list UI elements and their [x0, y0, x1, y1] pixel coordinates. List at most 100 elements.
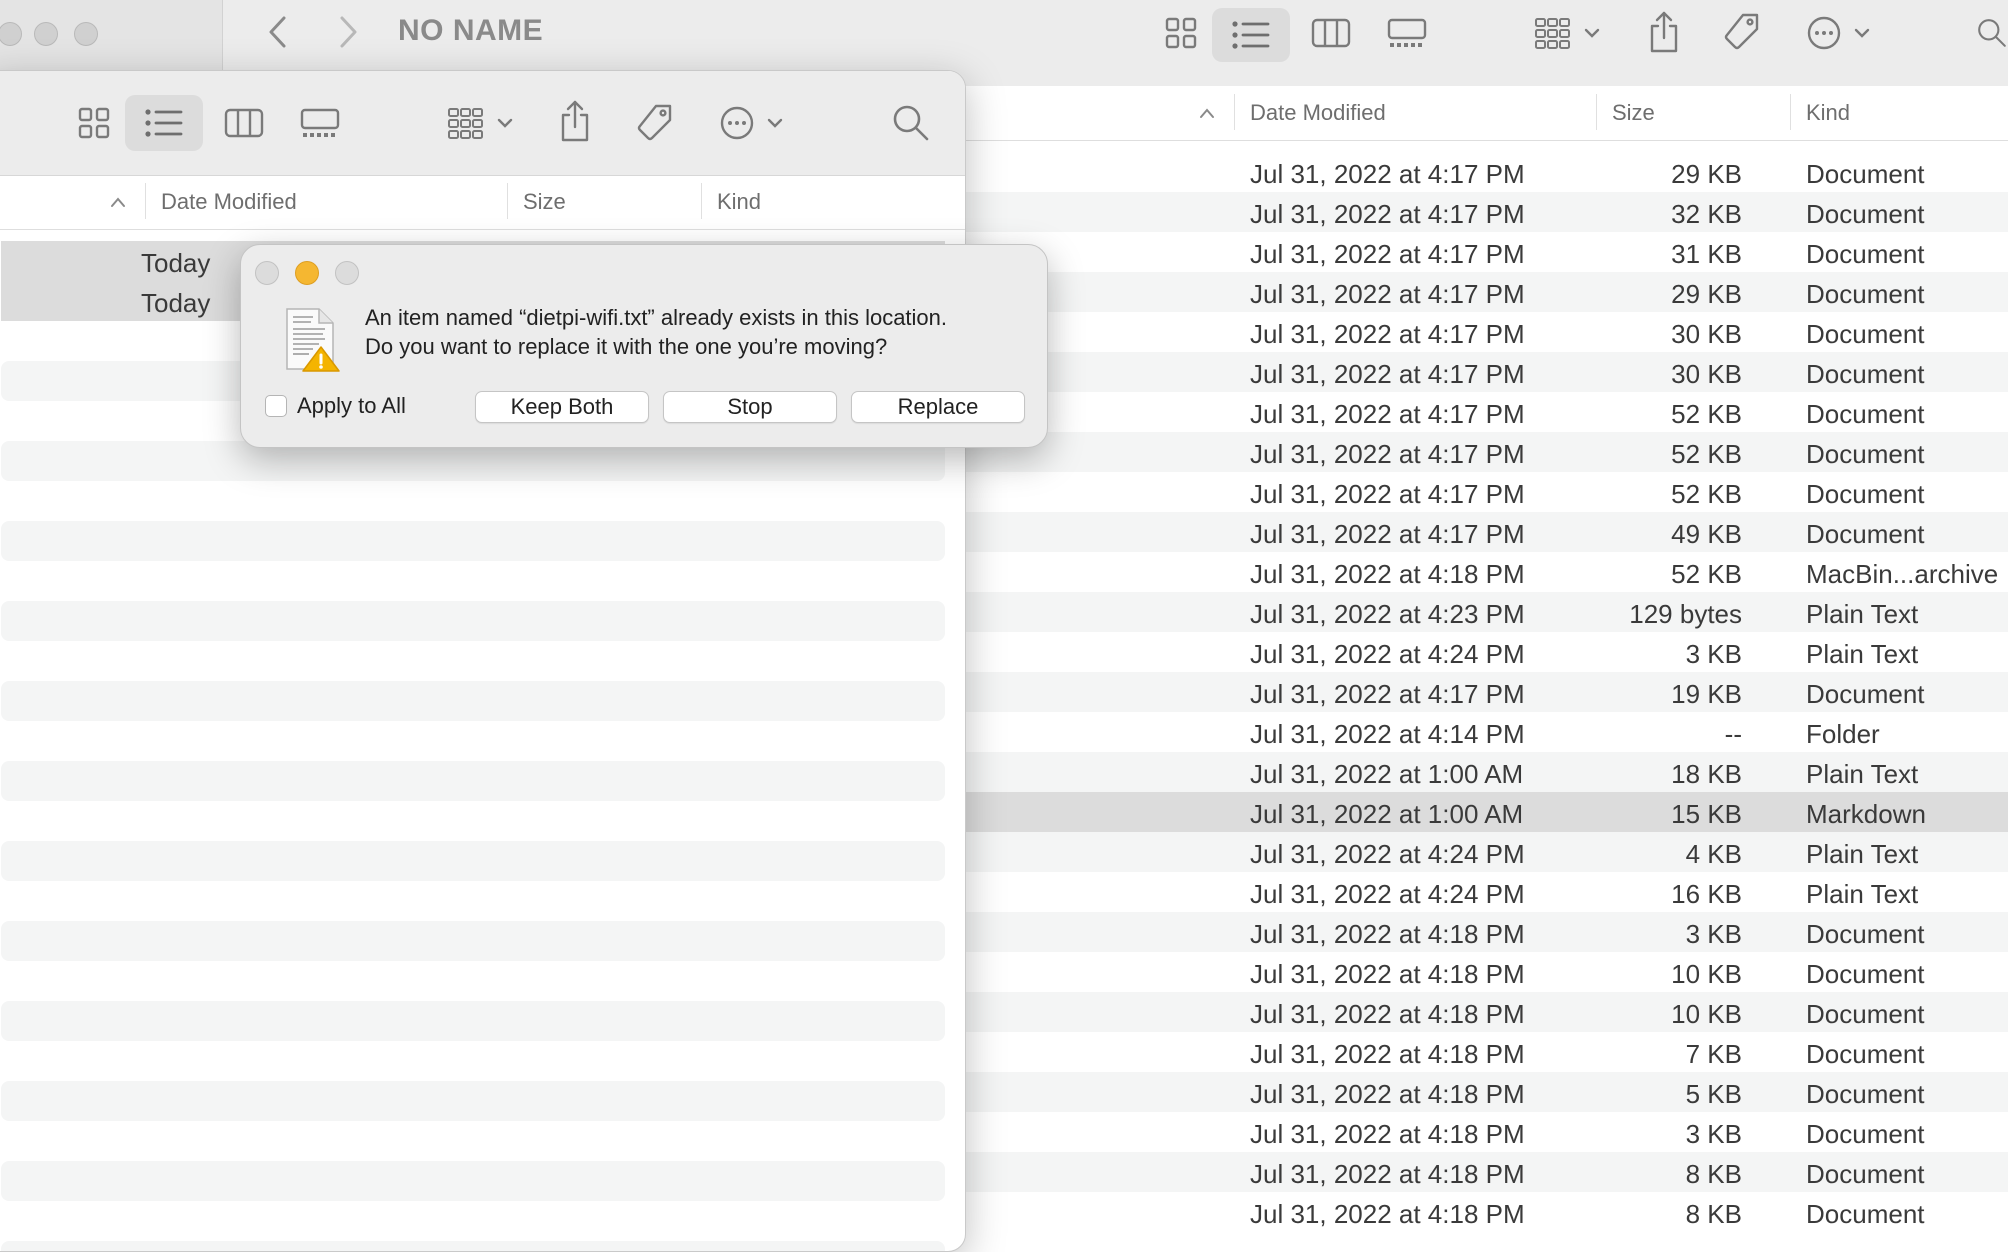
group-icon[interactable] [1530, 12, 1610, 54]
size-cell: 52 KB [1671, 439, 1742, 469]
date-modified-cell: Jul 31, 2022 at 4:18 PM [1250, 999, 1525, 1029]
file-row[interactable]: Jul 31, 2022 at 4:17 PM 19 KB Document [964, 672, 2008, 712]
sort-direction-indicator[interactable] [109, 189, 127, 209]
column-divider [701, 183, 702, 219]
file-row[interactable]: Jul 31, 2022 at 4:17 PM 31 KB Document [964, 232, 2008, 272]
date-modified-cell: Jul 31, 2022 at 4:17 PM [1250, 319, 1525, 349]
document-warning-icon [283, 307, 341, 373]
file-row[interactable]: Jul 31, 2022 at 4:23 PM 129 bytes Plain Te… [964, 592, 2008, 632]
kind-cell: Folder [1806, 719, 1880, 749]
empty-row [1, 1161, 945, 1201]
kind-cell: Plain Text [1806, 839, 1919, 869]
kind-column-header[interactable]: Kind [1806, 100, 1850, 126]
file-row[interactable]: Jul 31, 2022 at 4:17 PM 29 KB Document [964, 272, 2008, 312]
group-icon[interactable] [443, 99, 523, 147]
gallery-view-icon[interactable] [1382, 12, 1432, 54]
replace-button[interactable]: Replace [851, 391, 1025, 423]
empty-row [1, 481, 945, 521]
share-icon[interactable] [555, 95, 595, 147]
file-row[interactable]: Jul 31, 2022 at 4:18 PM 52 KB MacBin...arc… [964, 552, 2008, 592]
size-column-header[interactable]: Size [1612, 100, 1655, 126]
minimize-window-button[interactable] [34, 22, 58, 46]
more-actions-icon[interactable] [719, 99, 791, 147]
size-cell: 18 KB [1671, 759, 1742, 789]
kind-column-header[interactable]: Kind [717, 189, 761, 215]
size-cell: 3 KB [1685, 1119, 1742, 1149]
more-actions-icon[interactable] [1806, 12, 1878, 54]
kind-cell: Document [1806, 279, 1925, 309]
empty-row [1, 641, 945, 681]
zoom-window-button[interactable] [74, 22, 98, 46]
file-row[interactable]: Jul 31, 2022 at 4:17 PM 30 KB Document [964, 312, 2008, 352]
apply-to-all-checkbox[interactable] [265, 395, 287, 417]
file-row[interactable]: Jul 31, 2022 at 4:17 PM 52 KB Document [964, 472, 2008, 512]
list-view-icon[interactable] [125, 95, 203, 151]
file-row[interactable]: Jul 31, 2022 at 4:17 PM 29 KB Document [964, 152, 2008, 192]
file-row[interactable]: Jul 31, 2022 at 4:18 PM 10 KB Document [964, 992, 2008, 1032]
empty-row [1, 561, 945, 601]
column-header-bar: Date Modified Size Kind [0, 175, 965, 230]
size-cell: 15 KB [1671, 799, 1742, 829]
list-view-icon[interactable] [1212, 8, 1290, 62]
back-arrow-icon[interactable] [262, 14, 294, 50]
column-divider [1596, 94, 1597, 130]
stop-button[interactable]: Stop [663, 391, 837, 423]
empty-row [1, 1121, 945, 1161]
file-row[interactable]: Jul 31, 2022 at 4:17 PM 52 KB Document [964, 432, 2008, 472]
file-row[interactable]: Jul 31, 2022 at 4:18 PM 10 KB Document [964, 952, 2008, 992]
search-icon[interactable] [1976, 12, 2008, 54]
date-modified-cell: Jul 31, 2022 at 4:18 PM [1250, 1159, 1525, 1189]
file-row[interactable]: Jul 31, 2022 at 4:18 PM 3 KB Document [964, 1112, 2008, 1152]
column-view-icon[interactable] [1306, 12, 1356, 54]
forward-arrow-icon[interactable] [332, 14, 364, 50]
dialog-minimize-button[interactable] [295, 261, 319, 285]
date-modified-column-header[interactable]: Date Modified [161, 189, 297, 215]
date-modified-cell: Jul 31, 2022 at 4:18 PM [1250, 1199, 1525, 1229]
file-row[interactable]: Jul 31, 2022 at 4:18 PM 8 KB Document [964, 1192, 2008, 1232]
file-row[interactable]: Jul 31, 2022 at 4:18 PM 3 KB Document [964, 912, 2008, 952]
icon-view-icon[interactable] [69, 99, 119, 147]
keep-both-button[interactable]: Keep Both [475, 391, 649, 423]
sort-direction-indicator[interactable] [1198, 100, 1216, 120]
file-row[interactable]: Jul 31, 2022 at 4:14 PM -- Folder [964, 712, 2008, 752]
file-row[interactable]: Jul 31, 2022 at 1:00 AM 18 KB Plain Text [964, 752, 2008, 792]
icon-view-icon[interactable] [1156, 12, 1206, 54]
kind-cell: Document [1806, 1079, 1925, 1109]
file-row[interactable]: Jul 31, 2022 at 4:17 PM 32 KB Document [964, 192, 2008, 232]
size-cell: 5 KB [1685, 1079, 1742, 1109]
size-cell: 30 KB [1671, 319, 1742, 349]
file-row[interactable]: Jul 31, 2022 at 4:24 PM 4 KB Plain Text [964, 832, 2008, 872]
apply-to-all-label[interactable]: Apply to All [297, 393, 406, 419]
kind-cell: Document [1806, 999, 1925, 1029]
front-toolbar [0, 71, 965, 176]
replace-file-dialog: An item named “dietpi-wifi.txt” already … [240, 244, 1048, 448]
file-row[interactable]: Jul 31, 2022 at 4:18 PM 8 KB Document [964, 1152, 2008, 1192]
size-column-header[interactable]: Size [523, 189, 566, 215]
gallery-view-icon[interactable] [293, 99, 347, 147]
file-row[interactable]: Jul 31, 2022 at 4:17 PM 49 KB Document [964, 512, 2008, 552]
dialog-zoom-button[interactable] [335, 261, 359, 285]
search-icon[interactable] [889, 99, 933, 147]
file-row[interactable]: Jul 31, 2022 at 4:17 PM 30 KB Document [964, 352, 2008, 392]
tag-icon[interactable] [1720, 10, 1764, 54]
tag-icon[interactable] [633, 99, 677, 147]
kind-cell: Markdown [1806, 799, 1926, 829]
size-cell: 10 KB [1671, 959, 1742, 989]
size-cell: 52 KB [1671, 559, 1742, 589]
column-divider [1234, 94, 1235, 130]
dialog-close-button[interactable] [255, 261, 279, 285]
file-row[interactable]: Jul 31, 2022 at 4:24 PM 3 KB Plain Text [964, 632, 2008, 672]
column-divider [507, 183, 508, 219]
size-cell: 32 KB [1671, 199, 1742, 229]
file-row[interactable]: Jul 31, 2022 at 4:17 PM 52 KB Document [964, 392, 2008, 432]
file-row[interactable]: Jul 31, 2022 at 1:00 AM 15 KB Markdown [964, 792, 2008, 832]
file-row[interactable]: Jul 31, 2022 at 4:24 PM 16 KB Plain Text [964, 872, 2008, 912]
size-cell: 7 KB [1685, 1039, 1742, 1069]
kind-cell: Document [1806, 959, 1925, 989]
share-icon[interactable] [1644, 8, 1684, 56]
file-row[interactable]: Jul 31, 2022 at 4:18 PM 5 KB Document [964, 1072, 2008, 1112]
file-row[interactable]: Jul 31, 2022 at 4:18 PM 7 KB Document [964, 1032, 2008, 1072]
date-modified-column-header[interactable]: Date Modified [1250, 100, 1386, 126]
column-view-icon[interactable] [217, 99, 271, 147]
date-modified-cell: Jul 31, 2022 at 4:18 PM [1250, 1119, 1525, 1149]
